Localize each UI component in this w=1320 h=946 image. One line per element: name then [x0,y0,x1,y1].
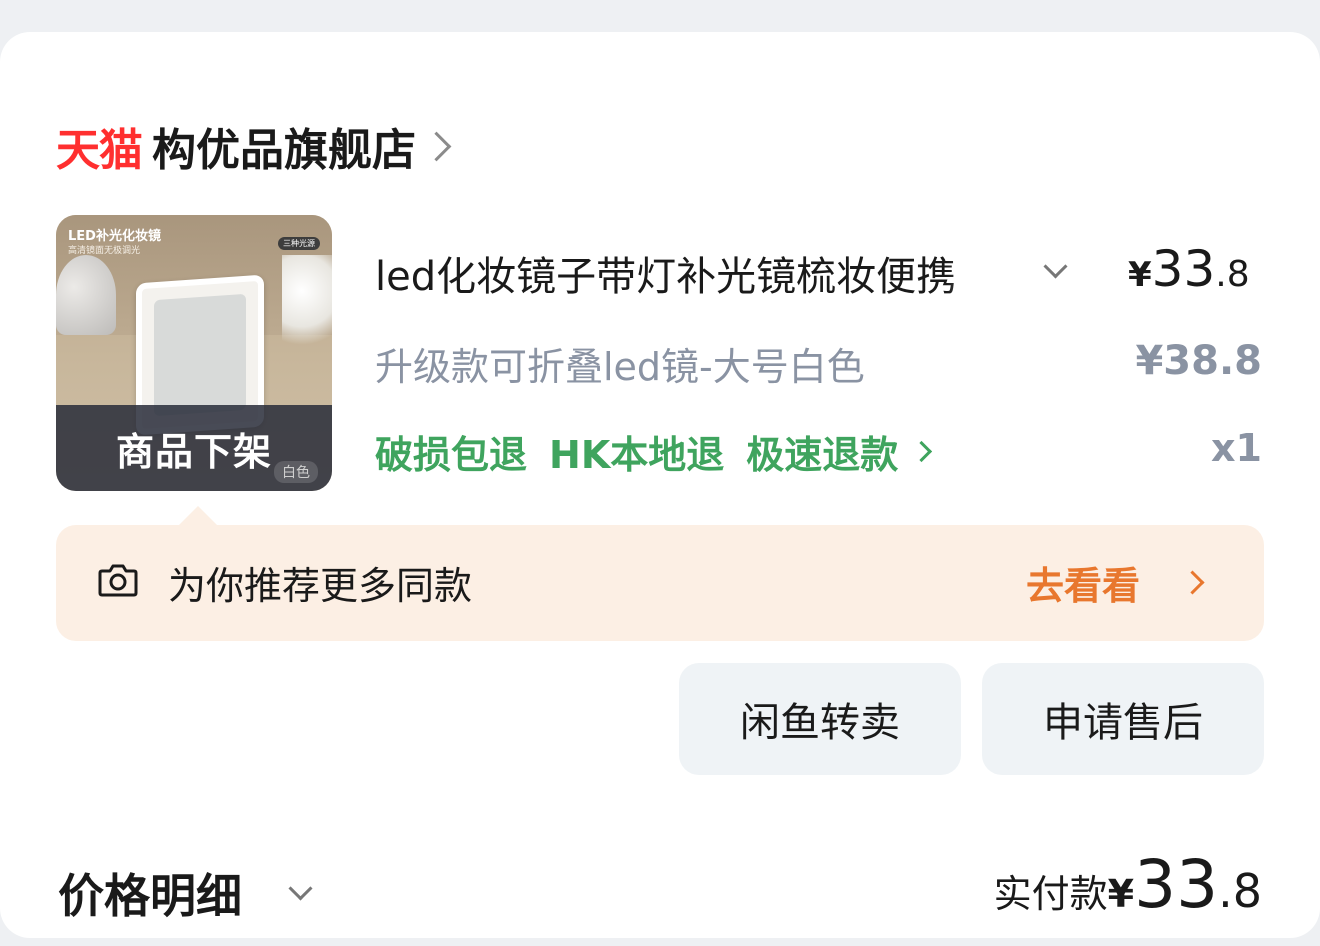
delisted-label: 商品下架 [115,429,272,474]
thumb-color-chip: 白色 [274,461,318,483]
price-currency: ¥ [1128,255,1152,295]
chevron-down-icon[interactable] [1043,254,1068,279]
chevron-right-icon [911,440,933,463]
paid-label: 实付款 [993,872,1108,916]
service-tag-fast-refund: 极速退款 [746,433,899,477]
resell-button[interactable]: 闲鱼转卖 [679,663,961,775]
paid-currency: ¥ [1107,872,1135,916]
thumb-subtitle: 高清镜面无极调光 [68,246,141,256]
after-sale-button[interactable]: 申请售后 [982,663,1264,775]
recommend-text: 为你推荐更多同款 [168,564,473,608]
item-price: ¥33.8 [1128,240,1250,298]
thumb-badge: 三种光源 [278,237,320,250]
store-name[interactable]: 构优品旗舰店 [152,114,416,178]
quantity: x1 [1211,426,1262,470]
order-card: 天猫 构优品旗舰店 LED补光化妆镜 高清镜面无极调光 三种光源 商品下架 白色… [0,32,1320,938]
flower-decoration [282,255,332,375]
recommend-pointer [178,506,218,526]
recommend-banner[interactable]: 为你推荐更多同款 去看看 [56,525,1264,641]
original-price: ¥38.8 [1135,338,1262,384]
service-tag-damage-return: 破损包退 [375,433,528,477]
tmall-logo: 天猫 [56,125,143,176]
store-header[interactable]: 天猫 构优品旗舰店 [56,114,452,178]
chevron-right-icon [421,131,452,161]
paid-decimal: .8 [1218,864,1262,918]
paid-integer: 33 [1134,846,1219,923]
price-detail-toggle[interactable]: 价格明细 [58,860,242,926]
lamp-decoration [56,255,116,335]
product-title[interactable]: led化妆镜子带灯补光镜梳妆便携 [375,244,1025,302]
chevron-down-icon[interactable] [288,876,313,901]
product-thumbnail[interactable]: LED补光化妆镜 高清镜面无极调光 三种光源 商品下架 白色 [56,215,332,491]
service-tag-hk-local-return: HK本地退 [549,433,725,477]
service-tags[interactable]: 破损包退 HK本地退 极速退款 [375,424,933,479]
thumb-title: LED补光化妆镜 [68,229,161,244]
price-detail-label: 价格明细 [58,869,242,923]
paid-amount: 实付款¥33.8 [994,846,1262,923]
product-sku: 升级款可折叠led镜-大号白色 [375,345,865,389]
price-integer: 33 [1151,240,1216,298]
recommend-link[interactable]: 去看看 [1026,555,1140,610]
camera-icon [98,564,138,597]
chevron-right-icon [1180,570,1205,595]
price-decimal: .8 [1215,254,1250,295]
